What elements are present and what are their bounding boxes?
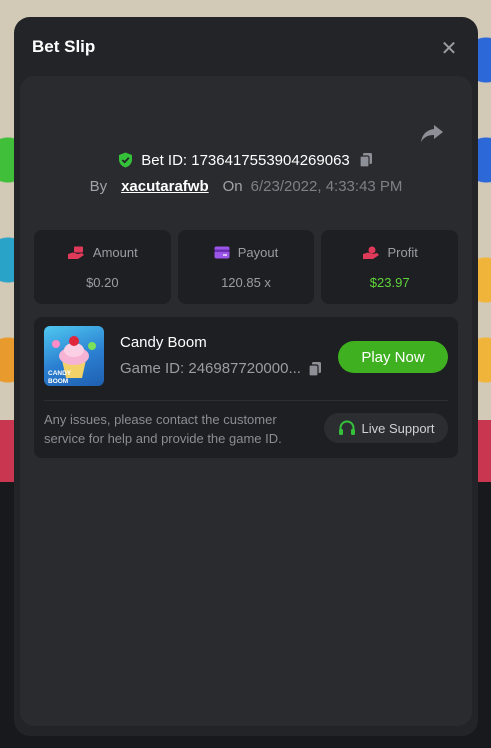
bet-id-row: Bet ID: 1736417553904269063 [20,150,472,170]
profit-value: $23.97 [369,275,410,290]
game-id-row: Game ID: 246987720000... [120,360,323,377]
by-label: By [89,177,108,195]
bet-details-card: Bet ID: 1736417553904269063 By xacutaraf… [20,76,472,726]
copy-icon[interactable] [358,152,374,168]
bet-stats: Amount $0.20 Payout 120.85 x Profit $23.… [34,230,459,304]
live-support-label: Live Support [361,420,435,436]
close-icon: ✕ [440,37,458,60]
card-icon [214,246,230,259]
share-icon[interactable] [419,122,445,144]
on-label: On [222,177,243,195]
payout-value: 120.85 x [221,275,271,290]
payout-label: Payout [237,245,279,260]
modal-title: Bet Slip [32,37,96,56]
payout-stat: Payout 120.85 x [177,230,315,304]
live-support-button[interactable]: Live Support [324,413,448,443]
profit-stat: Profit $23.97 [321,230,459,304]
divider [44,400,448,401]
close-button[interactable]: ✕ [438,37,460,60]
game-id: Game ID: 246987720000... [120,360,301,377]
copy-icon[interactable] [307,361,323,377]
thumbnail-logo-text: CANDY BOOM [48,370,71,385]
bet-id: Bet ID: 1736417553904269063 [141,151,350,169]
profit-label: Profit [387,245,418,260]
amount-value: $0.20 [86,275,119,290]
amount-stat: Amount $0.20 [34,230,171,304]
bet-author-row: By xacutarafwb On 6/23/2022, 4:33:43 PM [20,176,472,196]
shield-check-icon [119,152,133,168]
game-name: Candy Boom [120,334,207,351]
bet-slip-modal: Bet Slip ✕ Bet ID: 1736417553904269063 B… [14,17,478,736]
bet-datetime: 6/23/2022, 4:33:43 PM [250,177,403,195]
headset-icon [338,420,355,435]
profit-hand-icon [362,246,379,259]
username-link[interactable]: xacutarafwb [121,178,209,195]
play-now-button[interactable]: Play Now [338,341,448,373]
amount-label: Amount [92,245,138,260]
support-note: Any issues, please contact the customer … [44,412,282,446]
cash-hand-icon [67,246,84,259]
game-thumbnail[interactable]: CANDY BOOM [44,326,104,386]
game-card: CANDY BOOM Candy Boom Game ID: 246987720… [34,317,458,458]
